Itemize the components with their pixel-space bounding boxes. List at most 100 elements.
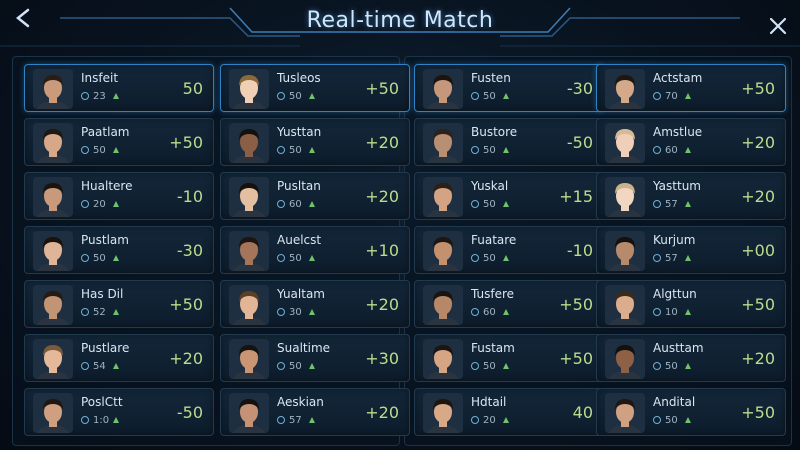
player-card[interactable]: Fusten 50 -30	[414, 64, 604, 112]
avatar-portrait	[605, 123, 645, 163]
header-bar: Real-time Match	[0, 0, 800, 52]
player-name: Fustam	[471, 341, 515, 355]
player-avatar	[423, 231, 463, 271]
player-card[interactable]: Insfeit 23 50	[24, 64, 214, 112]
close-button[interactable]	[764, 12, 792, 40]
level-badge-icon	[81, 308, 89, 316]
level-badge-icon	[277, 416, 285, 424]
player-name: Fuatare	[471, 233, 517, 247]
player-avatar	[229, 393, 269, 433]
player-avatar	[229, 285, 269, 325]
player-card[interactable]: Hualtere 20 -10	[24, 172, 214, 220]
player-card[interactable]: Pustlam 50 -30	[24, 226, 214, 274]
player-card[interactable]: Pusltan 60 +20	[220, 172, 410, 220]
player-score-change: +50	[741, 79, 775, 98]
player-level: 50	[93, 253, 106, 264]
avatar-portrait	[423, 285, 463, 325]
avatar-portrait	[423, 231, 463, 271]
rank-up-arrow-icon	[685, 93, 691, 99]
player-card[interactable]: Yualtam 30 +20	[220, 280, 410, 328]
level-badge-icon	[471, 362, 479, 370]
rank-up-arrow-icon	[503, 363, 509, 369]
level-badge-icon	[653, 254, 661, 262]
player-card[interactable]: Yuskal 50 +15	[414, 172, 604, 220]
level-badge-icon	[653, 308, 661, 316]
player-card[interactable]: Auelcst 50 +10	[220, 226, 410, 274]
player-level: 50	[483, 199, 496, 210]
rank-up-arrow-icon	[113, 309, 119, 315]
player-score-change: +30	[365, 349, 399, 368]
player-name: Algttun	[653, 287, 697, 301]
player-card[interactable]: Yasttum 57 +20	[596, 172, 786, 220]
player-avatar	[229, 339, 269, 379]
rank-up-arrow-icon	[503, 201, 509, 207]
player-card[interactable]: Andital 50 +50	[596, 388, 786, 436]
player-score-change: +20	[741, 133, 775, 152]
level-badge-icon	[277, 146, 285, 154]
avatar-portrait	[605, 393, 645, 433]
player-name: Yasttum	[653, 179, 701, 193]
player-avatar	[33, 69, 73, 109]
player-card[interactable]: Paatlam 50 +50	[24, 118, 214, 166]
player-card[interactable]: Pustlare 54 +20	[24, 334, 214, 382]
player-card[interactable]: Kurjum 57 +00	[596, 226, 786, 274]
player-card[interactable]: Has Dil 52 +50	[24, 280, 214, 328]
rank-up-arrow-icon	[685, 309, 691, 315]
avatar-portrait	[605, 339, 645, 379]
player-avatar	[423, 123, 463, 163]
player-card[interactable]: Fuatare 50 -10	[414, 226, 604, 274]
avatar-portrait	[229, 393, 269, 433]
level-badge-icon	[653, 92, 661, 100]
player-score-change: +20	[365, 187, 399, 206]
player-score-change: +50	[365, 79, 399, 98]
player-card[interactable]: Amstlue 60 +20	[596, 118, 786, 166]
player-level: 60	[665, 145, 678, 156]
player-level: 20	[483, 415, 496, 426]
rank-up-arrow-icon	[113, 147, 119, 153]
player-avatar	[605, 177, 645, 217]
player-level: 10	[665, 307, 678, 318]
player-avatar	[423, 69, 463, 109]
player-name: Yuskal	[471, 179, 509, 193]
level-badge-icon	[277, 362, 285, 370]
player-card[interactable]: Aeskian 57 +20	[220, 388, 410, 436]
player-name: PoslCtt	[81, 395, 123, 409]
player-avatar	[605, 393, 645, 433]
player-card[interactable]: Sualtime 50 +30	[220, 334, 410, 382]
player-name: Pustlam	[81, 233, 129, 247]
player-card[interactable]: Bustore 50 -50	[414, 118, 604, 166]
rank-up-arrow-icon	[309, 147, 315, 153]
player-avatar	[423, 285, 463, 325]
player-name: Yusttan	[277, 125, 322, 139]
player-name: Has Dil	[81, 287, 124, 301]
player-card[interactable]: PoslCtt 1:0 -50	[24, 388, 214, 436]
player-level: 1:0	[93, 415, 110, 426]
player-card[interactable]: Tusfere 60 +50	[414, 280, 604, 328]
player-name: Tusleos	[277, 71, 321, 85]
player-card[interactable]: Algttun 10 +50	[596, 280, 786, 328]
level-badge-icon	[277, 308, 285, 316]
player-card[interactable]: Actstam 70 +50	[596, 64, 786, 112]
level-badge-icon	[81, 362, 89, 370]
player-avatar	[605, 123, 645, 163]
close-icon	[769, 17, 787, 35]
player-level: 23	[93, 91, 106, 102]
player-card[interactable]: Tusleos 50 +50	[220, 64, 410, 112]
player-name: Actstam	[653, 71, 703, 85]
player-name: Hdtail	[471, 395, 507, 409]
player-card[interactable]: Fustam 50 +50	[414, 334, 604, 382]
rank-up-arrow-icon	[113, 255, 119, 261]
player-avatar	[229, 231, 269, 271]
player-card[interactable]: Austtam 50 +20	[596, 334, 786, 382]
player-card[interactable]: Yusttan 50 +20	[220, 118, 410, 166]
player-score-change: +20	[365, 295, 399, 314]
avatar-portrait	[33, 123, 73, 163]
rank-up-arrow-icon	[685, 363, 691, 369]
player-level: 50	[483, 361, 496, 372]
level-badge-icon	[653, 416, 661, 424]
page-title: Real-time Match	[306, 8, 494, 33]
player-level: 50	[483, 91, 496, 102]
player-card[interactable]: Hdtail 20 40	[414, 388, 604, 436]
rank-up-arrow-icon	[113, 201, 119, 207]
player-level: 30	[289, 307, 302, 318]
